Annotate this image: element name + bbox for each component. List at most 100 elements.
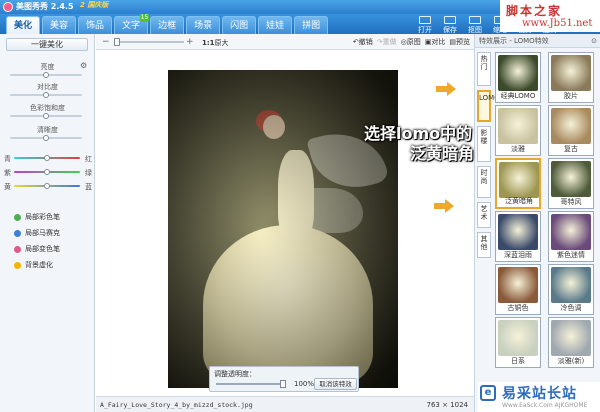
settings-icon[interactable]: ⚙ — [80, 61, 87, 70]
effect-thumb-8[interactable]: 古铜色 — [495, 264, 541, 315]
zoom-out-button[interactable]: − — [102, 37, 110, 47]
effect-thumb-4[interactable]: 泛黄暗角 — [495, 158, 541, 209]
compare-button[interactable]: ▣对比 — [425, 37, 446, 47]
slider-label: 色彩饱和度 — [30, 104, 65, 112]
brand-logo-icon: e — [480, 385, 496, 401]
toolbar-button-1[interactable]: 保存 — [440, 16, 460, 34]
preview-button[interactable]: ▤预览 — [449, 37, 470, 47]
slider-3: 清晰度 — [0, 125, 95, 143]
tab-4[interactable]: 边框 — [150, 16, 185, 34]
brand-name: 易采站长站 — [502, 386, 577, 402]
canvas-area — [96, 50, 474, 396]
effect-thumb-11[interactable]: 淡雅(新) — [548, 317, 594, 368]
status-bar: A_Fairy_Love_Story_4_by_mizzd_stock.jpg … — [96, 396, 474, 412]
original-button[interactable]: ◎原图 — [401, 37, 421, 47]
redo-button[interactable]: ↷重做 — [377, 37, 397, 47]
category-tab-2[interactable]: 影楼 — [477, 126, 491, 162]
effect-preview — [551, 267, 591, 303]
effect-label: 古铜色 — [507, 304, 529, 312]
instruction-callout: 选择lomo中的 泛黄暗角 — [364, 124, 474, 164]
effect-thumb-10[interactable]: 日系 — [495, 317, 541, 368]
slider-track[interactable] — [10, 135, 82, 141]
local-tool-0[interactable]: 局部彩色笔 — [14, 212, 60, 222]
local-tool-1[interactable]: 局部马赛克 — [14, 228, 60, 238]
effect-preview — [498, 108, 538, 144]
local-tool-3[interactable]: 背景虚化 — [14, 260, 53, 270]
opacity-label: 调整透明度： — [214, 370, 256, 378]
color-right-label: 红 — [85, 155, 92, 163]
tool-label: 局部马赛克 — [25, 229, 60, 237]
color-handle[interactable] — [44, 183, 50, 189]
effect-thumb-7[interactable]: 紫色迷情 — [548, 211, 594, 262]
tab-0[interactable]: 美化 — [6, 16, 41, 34]
color-handle[interactable] — [44, 155, 50, 161]
arrow-icon — [436, 82, 456, 96]
local-tool-2[interactable]: 局部变色笔 — [14, 244, 60, 254]
image-size: 763 × 1024 — [426, 401, 469, 409]
tab-2[interactable]: 饰品 — [78, 16, 113, 34]
category-tab-0[interactable]: 热门 — [477, 52, 491, 86]
slider-handle[interactable] — [43, 135, 49, 141]
callout-line2: 泛黄暗角 — [410, 144, 475, 163]
effect-label: 冷色调 — [560, 304, 582, 312]
effect-thumb-9[interactable]: 冷色调 — [548, 264, 594, 315]
tab-6[interactable]: 闪图 — [222, 16, 257, 34]
slider-track[interactable] — [10, 72, 82, 78]
actual-size-button[interactable]: 1:1原大 — [202, 38, 229, 48]
effects-title: 特效展示 - LOMO特效 — [479, 37, 549, 45]
cancel-effect-button[interactable]: 取消该特效 — [314, 378, 357, 390]
effect-thumb-1[interactable]: 胶片 — [548, 52, 594, 103]
category-tab-5[interactable]: 其他 — [477, 232, 491, 258]
tab-1[interactable]: 美容 — [42, 16, 77, 34]
version-badge: 2 国庆版 — [80, 1, 109, 9]
effect-preview — [498, 214, 538, 250]
slider-track[interactable] — [10, 92, 82, 98]
file-name: A_Fairy_Love_Story_4_by_mizzd_stock.jpg — [100, 401, 253, 409]
effect-label: 淡雅(新) — [557, 357, 585, 365]
effect-thumb-3[interactable]: 复古 — [548, 105, 594, 156]
slider-track[interactable] — [10, 113, 82, 119]
zoom-in-button[interactable]: + — [186, 37, 194, 47]
undo-button[interactable]: ↶撤销 — [353, 37, 373, 47]
tab-8[interactable]: 拼图 — [294, 16, 329, 34]
edited-photo[interactable] — [168, 70, 398, 388]
slider-handle[interactable] — [43, 113, 49, 119]
opacity-slider-handle[interactable] — [280, 380, 286, 388]
effect-thumb-0[interactable]: 经典LOMO — [495, 52, 541, 103]
one-key-beautify-button[interactable]: 一键美化 — [6, 38, 88, 51]
toolbar-button-0[interactable]: 打开 — [415, 16, 435, 34]
adjust-panel: 一键美化 亮度 ⚙ 对比度 色彩饱和度 清晰度 青红紫绿黄蓝 局部彩色笔 局部马赛克 局部变… — [0, 34, 95, 412]
category-tab-4[interactable]: 艺术 — [477, 202, 491, 228]
effect-thumb-6[interactable]: 深蓝泪雨 — [495, 211, 541, 262]
category-tab-3[interactable]: 时尚 — [477, 166, 491, 198]
effect-thumb-5[interactable]: 哥特风 — [548, 158, 594, 209]
slider-1: 对比度 — [0, 82, 95, 100]
zoom-slider-handle[interactable] — [114, 38, 120, 46]
effect-preview — [551, 320, 591, 356]
zoom-slider[interactable] — [114, 38, 184, 46]
toolbar-label: 打开 — [418, 26, 432, 34]
category-tab-1[interactable]: LOMO — [477, 90, 500, 122]
effect-label: 复古 — [564, 145, 578, 153]
effect-label: 泛黄暗角 — [505, 197, 533, 205]
opacity-slider[interactable] — [216, 380, 286, 388]
brush-icon — [14, 213, 21, 221]
tab-5[interactable]: 场景 — [186, 16, 221, 34]
effect-preview — [498, 320, 538, 356]
effect-thumb-2[interactable]: 淡雅 — [495, 105, 541, 156]
slider-handle[interactable] — [43, 92, 49, 98]
toolbar-button-2[interactable]: 抠图 — [465, 16, 485, 34]
effect-preview — [551, 55, 591, 91]
slider-handle[interactable] — [43, 72, 49, 78]
watermark-title: 脚本之家 — [506, 4, 563, 18]
slider-label: 清晰度 — [37, 126, 58, 134]
watermark-url: www.Jb51.net — [522, 18, 593, 29]
collapse-icon[interactable]: ⊙ — [591, 34, 597, 48]
color-left-label: 青 — [4, 155, 11, 163]
tab-7[interactable]: 娃娃 — [258, 16, 293, 34]
arrow-icon — [434, 199, 454, 213]
effect-preview — [551, 161, 591, 197]
tool-label: 局部变色笔 — [25, 245, 60, 253]
tool-label: 局部彩色笔 — [25, 213, 60, 221]
color-handle[interactable] — [44, 169, 50, 175]
